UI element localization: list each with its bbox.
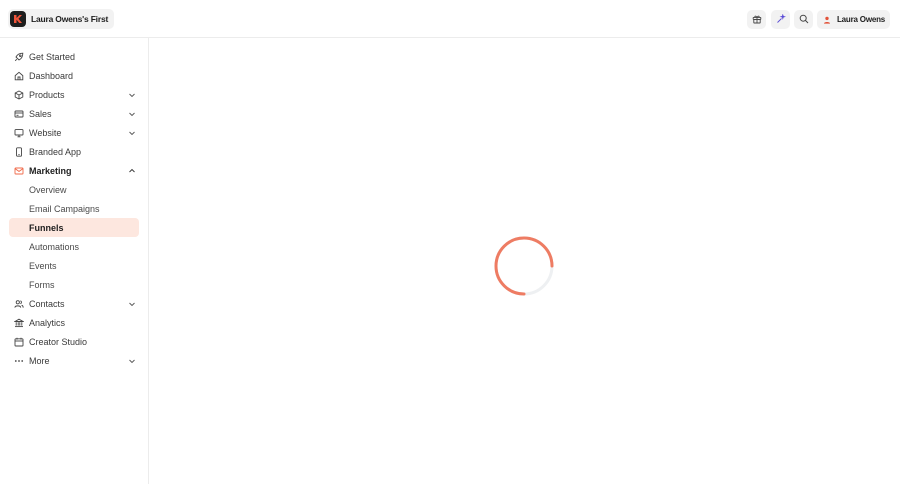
sidebar-item-creator-studio[interactable]: Creator Studio [9, 332, 139, 351]
ai-assistant-button[interactable] [771, 10, 790, 29]
gift-button[interactable] [747, 10, 766, 29]
calendar-icon [14, 337, 24, 347]
top-header: Laura Owens's First Laura Owens [0, 0, 900, 38]
sidebar-subitem-funnels[interactable]: Funnels [9, 218, 139, 237]
sidebar-item-website[interactable]: Website [9, 123, 139, 142]
sidebar-subitem-overview[interactable]: Overview [9, 180, 139, 199]
sidebar-subitem-email-campaigns[interactable]: Email Campaigns [9, 199, 139, 218]
home-icon [14, 71, 24, 81]
chevron-up-icon [127, 166, 136, 175]
sparkle-icon [776, 11, 786, 29]
sidebar-subitem-forms[interactable]: Forms [9, 275, 139, 294]
sidebar: Get Started Dashboard Products Sales Web… [0, 38, 149, 484]
chevron-down-icon [127, 90, 136, 99]
sidebar-item-more[interactable]: More [9, 351, 139, 370]
more-icon [14, 356, 24, 366]
search-icon [799, 11, 809, 29]
sidebar-item-dashboard[interactable]: Dashboard [9, 66, 139, 85]
loading-spinner-icon [494, 236, 554, 296]
workspace-name: Laura Owens's First [31, 14, 109, 24]
sidebar-subitem-events[interactable]: Events [9, 256, 139, 275]
user-menu[interactable]: Laura Owens [817, 10, 890, 29]
sidebar-nav: Get Started Dashboard Products Sales Web… [9, 47, 139, 370]
sidebar-item-contacts[interactable]: Contacts [9, 294, 139, 313]
bank-icon [14, 318, 24, 328]
main-content [149, 38, 900, 484]
chevron-down-icon [127, 128, 136, 137]
rocket-icon [14, 52, 24, 62]
chevron-down-icon [127, 109, 136, 118]
chevron-down-icon [127, 356, 136, 365]
sidebar-item-marketing[interactable]: Marketing [9, 161, 139, 180]
sidebar-item-branded-app[interactable]: Branded App [9, 142, 139, 161]
mail-icon [14, 166, 24, 176]
sidebar-item-sales[interactable]: Sales [9, 104, 139, 123]
chevron-down-icon [127, 299, 136, 308]
user-avatar-icon [822, 15, 832, 25]
brand-logo-icon [10, 11, 26, 27]
credit-card-icon [14, 109, 24, 119]
sidebar-subitem-automations[interactable]: Automations [9, 237, 139, 256]
sidebar-item-products[interactable]: Products [9, 85, 139, 104]
search-button[interactable] [794, 10, 813, 29]
users-icon [14, 299, 24, 309]
sidebar-item-analytics[interactable]: Analytics [9, 313, 139, 332]
sidebar-item-get-started[interactable]: Get Started [9, 47, 139, 66]
user-name: Laura Owens [837, 15, 886, 24]
monitor-icon [14, 128, 24, 138]
phone-icon [14, 146, 24, 157]
box-icon [14, 89, 24, 100]
gift-icon [752, 11, 762, 29]
workspace-switcher[interactable]: Laura Owens's First [8, 9, 115, 29]
